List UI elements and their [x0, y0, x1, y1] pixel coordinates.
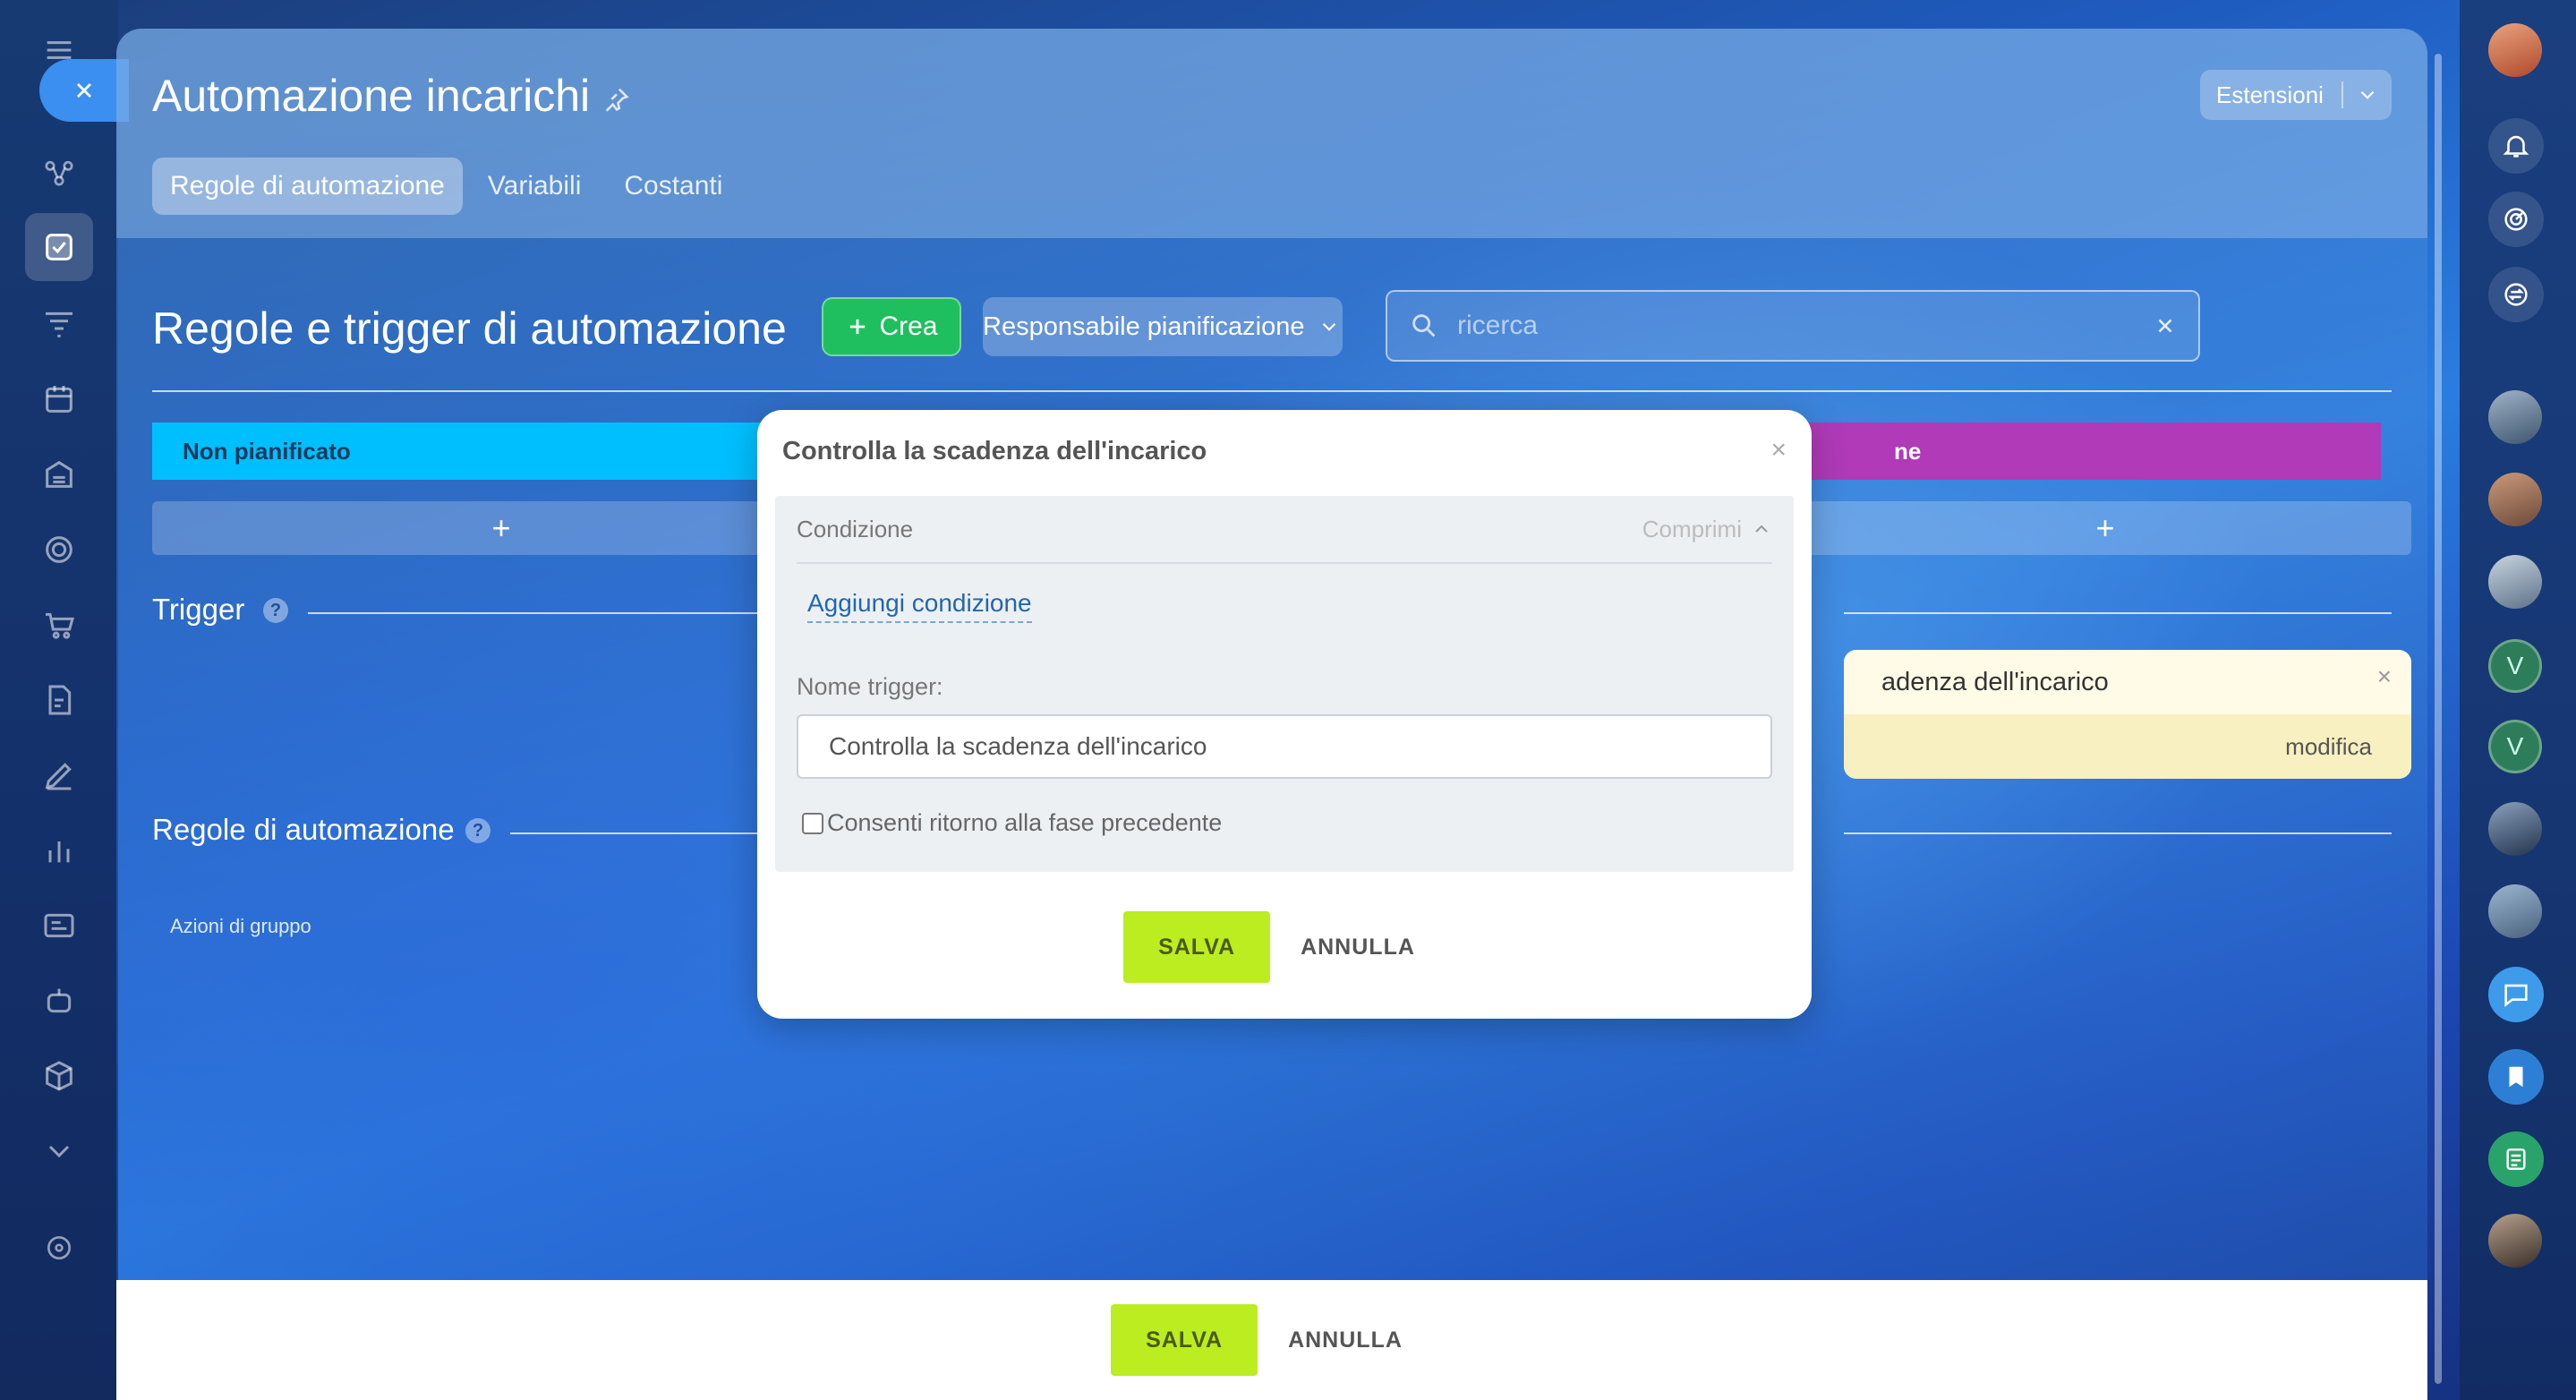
close-icon[interactable]: ×	[2377, 662, 2392, 691]
dialog-actions: SALVA ANNULLA	[757, 911, 1812, 983]
storage-icon[interactable]	[36, 451, 82, 498]
chevron-down-icon[interactable]	[2343, 83, 2392, 107]
section-title: Regole e trigger di automazione	[152, 303, 787, 354]
page-title: Automazione incarichi	[152, 71, 591, 121]
cube-icon[interactable]	[36, 1053, 82, 1099]
avatar-letter: V	[2506, 732, 2524, 760]
create-button[interactable]: Crea	[822, 297, 961, 356]
collapse-toggle[interactable]: Comprimi	[1642, 516, 1772, 543]
trigger-name-label: Nome trigger:	[797, 673, 943, 700]
divider	[1844, 612, 2392, 614]
chevron-down-icon[interactable]	[36, 1128, 82, 1174]
allow-return-option[interactable]: Consenti ritorno alla fase precedente	[802, 809, 1222, 837]
cancel-button[interactable]: ANNULLA	[1258, 1304, 1433, 1376]
trigger-dialog: Controlla la scadenza dell'incarico × Co…	[757, 410, 1812, 1019]
search-icon	[1412, 314, 1436, 337]
trigger-card[interactable]: adenza dell'incarico modifica ×	[1844, 650, 2411, 779]
extensions-label: Estensioni	[2216, 81, 2324, 108]
help-icon[interactable]: ?	[465, 818, 490, 843]
tab-bar: Regole di automazione Variabili Costanti	[152, 158, 747, 215]
cart-icon[interactable]	[36, 602, 82, 648]
notes-icon[interactable]	[2488, 1131, 2544, 1187]
condition-label: Condizione	[797, 515, 914, 542]
contact-avatar[interactable]	[2488, 473, 2542, 526]
chat-sync-icon[interactable]	[2488, 267, 2544, 322]
chart-icon[interactable]	[36, 827, 82, 874]
tab-variables[interactable]: Variabili	[470, 158, 600, 215]
target-icon[interactable]	[36, 526, 82, 573]
contact-avatar[interactable]	[2488, 555, 2542, 609]
contact-avatar[interactable]	[2488, 802, 2542, 856]
divider	[1844, 832, 2392, 834]
clear-search-icon[interactable]	[2154, 314, 2177, 337]
create-label: Crea	[879, 312, 938, 341]
footer-bar: SALVA ANNULLA	[116, 1280, 2427, 1400]
bell-icon[interactable]	[2488, 118, 2544, 174]
collapse-label: Comprimi	[1642, 515, 1742, 542]
dialog-body: Condizione Comprimi Aggiungi condizione …	[775, 496, 1794, 872]
contact-avatar[interactable]: V	[2488, 639, 2542, 693]
help-icon[interactable]: ?	[263, 598, 288, 623]
close-icon[interactable]: ×	[1770, 435, 1787, 465]
chevron-down-icon	[1322, 322, 1336, 331]
add-condition-link[interactable]: Aggiungi condizione	[807, 589, 1032, 623]
newsletter-icon[interactable]	[36, 902, 82, 949]
dialog-save-button[interactable]: SALVA	[1123, 911, 1271, 983]
tab-automation-rules[interactable]: Regole di automazione	[152, 158, 463, 215]
stage-header[interactable]: ne	[1799, 423, 2381, 480]
tab-constants[interactable]: Costanti	[606, 158, 740, 215]
trigger-name-input[interactable]: Controlla la scadenza dell'incarico	[797, 714, 1772, 779]
chevron-up-icon	[1755, 525, 1768, 533]
trigger-card-title: adenza dell'incarico	[1881, 667, 2109, 696]
pin-icon[interactable]	[601, 84, 632, 115]
calendar-icon[interactable]	[36, 376, 82, 423]
search-placeholder: ricerca	[1457, 311, 1539, 340]
scrollbar[interactable]	[2435, 54, 2442, 1384]
workflow-icon[interactable]	[36, 149, 82, 195]
dialog-cancel-button[interactable]: ANNULLA	[1270, 911, 1446, 983]
trigger-section-title: Trigger	[152, 593, 245, 626]
avatar-letter: V	[2506, 652, 2524, 679]
pen-icon[interactable]	[36, 752, 82, 798]
close-icon	[77, 83, 91, 98]
left-sidebar	[0, 0, 118, 1400]
condition-header: Condizione Comprimi	[797, 496, 1772, 564]
add-stage-rule-button[interactable]: +	[1799, 501, 2411, 555]
tasks-icon[interactable]	[25, 213, 93, 281]
dialog-title: Controlla la scadenza dell'incarico	[782, 437, 1207, 465]
contact-avatar[interactable]: V	[2488, 720, 2542, 773]
contact-avatar[interactable]	[2488, 1214, 2542, 1268]
allow-return-checkbox[interactable]	[802, 812, 823, 834]
bookmark-icon[interactable]	[2488, 1049, 2544, 1105]
allow-return-label: Consenti ritorno alla fase precedente	[827, 809, 1223, 836]
add-stage-rule-button[interactable]: +	[152, 501, 850, 555]
plus-icon	[850, 319, 866, 335]
close-slider-button[interactable]	[39, 59, 129, 122]
user-avatar[interactable]	[2488, 23, 2542, 77]
group-avatar[interactable]	[2488, 390, 2542, 444]
rules-section-title: Regole di automazione	[152, 813, 455, 846]
radar-icon[interactable]	[2488, 192, 2544, 247]
stage-name: Non pianificato	[183, 437, 351, 465]
extensions-button[interactable]: Estensioni	[2200, 70, 2392, 120]
settings-icon[interactable]	[36, 1225, 82, 1271]
document-edit-icon[interactable]	[36, 677, 82, 723]
funnel-icon[interactable]	[36, 301, 82, 347]
group-actions-link[interactable]: Azioni di gruppo	[170, 915, 311, 938]
divider	[152, 390, 2392, 392]
robot-icon[interactable]	[36, 977, 82, 1024]
responsible-planning-dropdown[interactable]: Responsabile pianificazione	[983, 297, 1343, 356]
trigger-edit-link[interactable]: modifica	[2285, 733, 2372, 761]
chat-icon[interactable]	[2488, 967, 2544, 1022]
contact-avatar[interactable]	[2488, 884, 2542, 938]
search-input[interactable]: ricerca	[1386, 290, 2200, 362]
stage-header[interactable]: Non pianificato	[152, 423, 850, 480]
stage-name: ne	[1894, 437, 1922, 465]
responsible-label: Responsabile pianificazione	[983, 312, 1305, 341]
save-button[interactable]: SALVA	[1111, 1304, 1258, 1376]
